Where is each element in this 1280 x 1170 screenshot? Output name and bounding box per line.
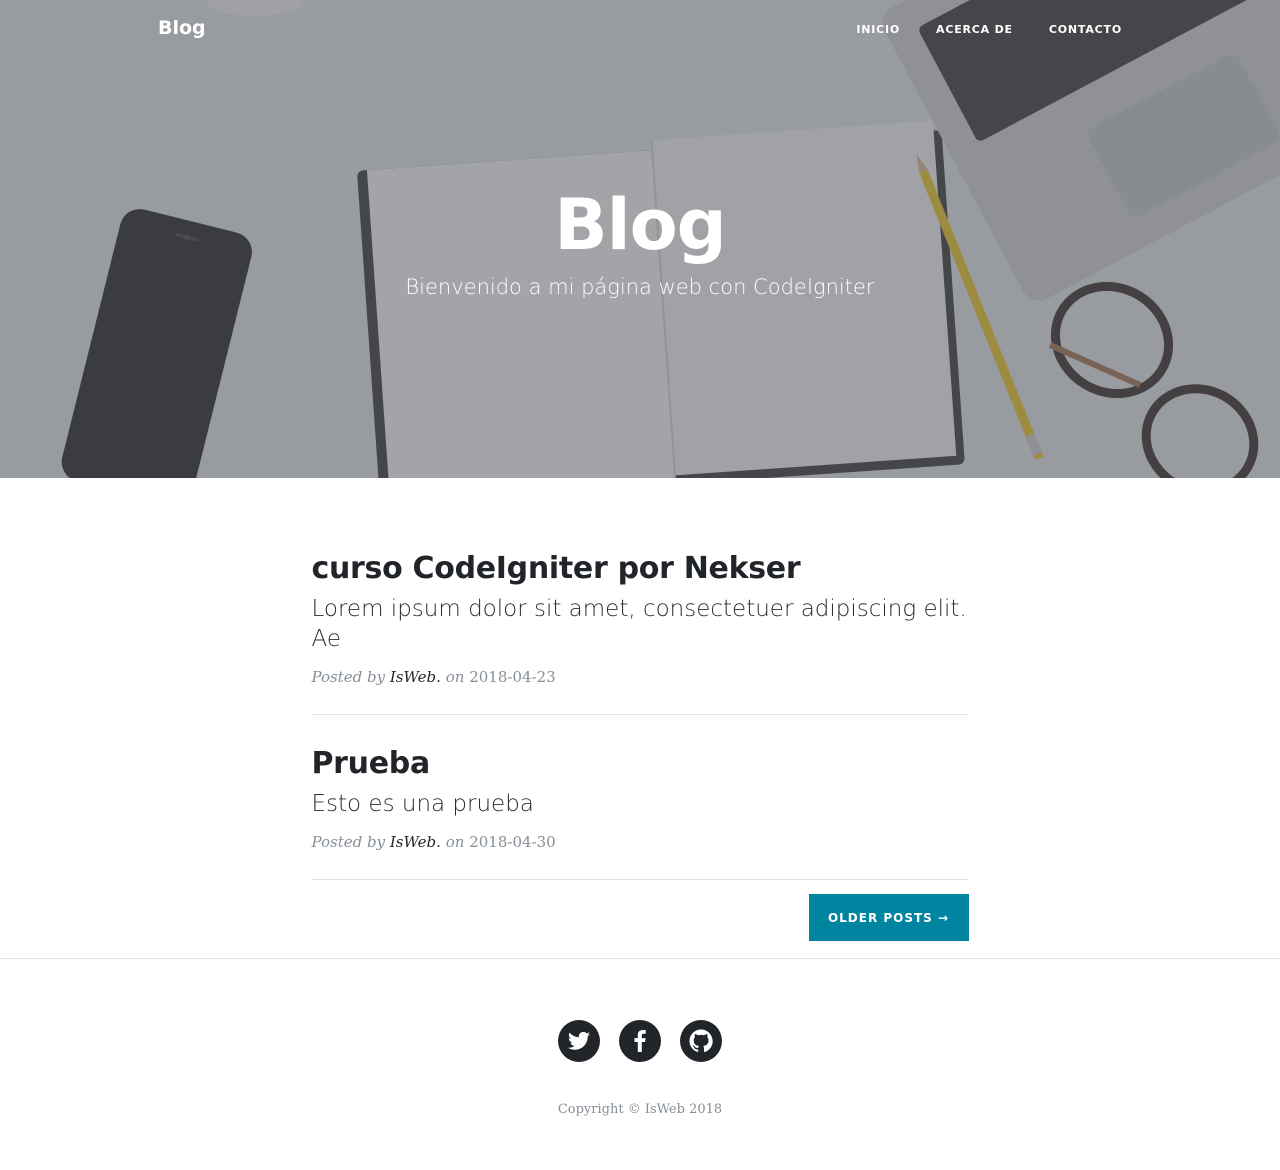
post-link[interactable]: Prueba Esto es una prueba bbox=[312, 745, 969, 819]
facebook-icon[interactable] bbox=[619, 1020, 661, 1062]
post-meta-on: on bbox=[445, 833, 465, 851]
post-author-link[interactable]: IsWeb. bbox=[390, 833, 441, 851]
post-meta-prefix: Posted by bbox=[311, 668, 386, 686]
post-author-link[interactable]: IsWeb. bbox=[390, 668, 441, 686]
hero-title: Blog bbox=[554, 184, 727, 266]
hero-subtitle: Bienvenido a mi página web con CodeIgnit… bbox=[405, 275, 875, 299]
post-meta: Posted by IsWeb. on 2018-04-30 bbox=[312, 833, 969, 851]
github-icon[interactable] bbox=[680, 1020, 722, 1062]
post-meta-on: on bbox=[445, 668, 465, 686]
social-links bbox=[0, 1020, 1280, 1062]
hero-header: Blog INICIO ACERCA DE CONTACTO Blog Bien… bbox=[0, 0, 1280, 478]
post-link[interactable]: curso CodeIgniter por Nekser Lorem ipsum… bbox=[312, 550, 969, 654]
post-title: Prueba bbox=[311, 746, 431, 781]
posts-container: curso CodeIgniter por Nekser Lorem ipsum… bbox=[311, 478, 969, 941]
post-preview: curso CodeIgniter por Nekser Lorem ipsum… bbox=[311, 550, 969, 715]
nav-link-inicio[interactable]: INICIO bbox=[856, 23, 900, 36]
copyright-text: Copyright © IsWeb 2018 bbox=[557, 1102, 723, 1117]
pager: OLDER POSTS → bbox=[312, 880, 969, 941]
post-meta-prefix: Posted by bbox=[311, 833, 386, 851]
brand-link[interactable]: Blog bbox=[158, 17, 206, 39]
post-date: 2018-04-23 bbox=[469, 668, 556, 686]
hero-heading: Blog Bienvenido a mi página web con Code… bbox=[0, 180, 1280, 304]
twitter-icon[interactable] bbox=[558, 1020, 600, 1062]
post-subtitle: Esto es una prueba bbox=[311, 791, 534, 817]
nav-link-contacto[interactable]: CONTACTO bbox=[1049, 23, 1122, 36]
post-subtitle: Lorem ipsum dolor sit amet, consectetuer… bbox=[311, 596, 967, 652]
older-posts-button[interactable]: OLDER POSTS → bbox=[808, 894, 969, 941]
main-content: curso CodeIgniter por Nekser Lorem ipsum… bbox=[0, 478, 1280, 959]
post-title: curso CodeIgniter por Nekser bbox=[311, 551, 801, 586]
footer-divider bbox=[0, 958, 1280, 959]
nav-links: INICIO ACERCA DE CONTACTO bbox=[856, 23, 1122, 36]
nav-link-acerca-de[interactable]: ACERCA DE bbox=[936, 23, 1013, 36]
post-date: 2018-04-30 bbox=[469, 833, 556, 851]
page-footer: Copyright © IsWeb 2018 bbox=[0, 1020, 1280, 1130]
top-navbar: Blog INICIO ACERCA DE CONTACTO bbox=[0, 0, 1280, 60]
post-preview: Prueba Esto es una prueba Posted by IsWe… bbox=[311, 715, 969, 880]
post-meta: Posted by IsWeb. on 2018-04-23 bbox=[312, 668, 969, 686]
